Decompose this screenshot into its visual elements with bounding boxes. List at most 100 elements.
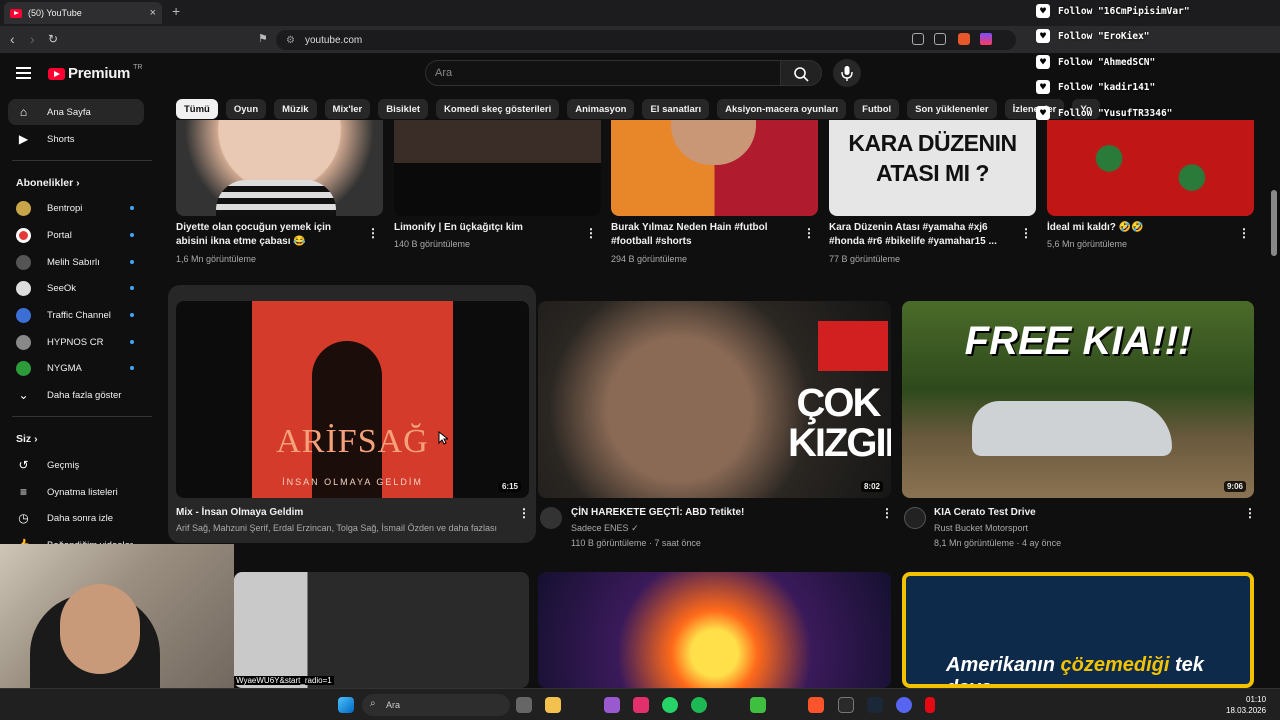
video-title[interactable]: Diyette olan çocuğun yemek için abisini … (176, 221, 356, 249)
chip[interactable]: Mix'ler (324, 99, 371, 119)
chip[interactable]: Müzik (274, 99, 317, 119)
more-options-icon[interactable]: ⋮ (1244, 506, 1256, 520)
brave-icon[interactable] (808, 697, 824, 713)
voice-search-button[interactable] (833, 59, 861, 87)
video-thumbnail[interactable]: WyaeWU6Y&start_radio=1 (234, 572, 529, 688)
filter-chip-bar: Tümü Oyun Müzik Mix'ler Bisiklet Komedi … (176, 99, 1100, 119)
channel-avatar[interactable] (904, 507, 926, 529)
sidebar-item-watch-later[interactable]: ◷ Daha sonra izle (8, 505, 144, 531)
sidebar-item-playlists[interactable]: ≡ Oynatma listeleri (8, 479, 144, 505)
thumb-text: ÇOK KIZGIN (788, 381, 891, 465)
site-info-icon[interactable]: ⚙ (286, 35, 295, 46)
sidebar-item-history[interactable]: ↺ Geçmiş (8, 452, 144, 478)
url-field[interactable]: ⚙ youtube.com (276, 30, 1016, 50)
sidebar-sub[interactable]: SeeOk (8, 275, 144, 301)
more-options-icon[interactable]: ⋮ (881, 506, 893, 520)
subscriptions-header[interactable]: Abonelikler › (16, 177, 80, 189)
whatsapp-icon[interactable] (662, 697, 678, 713)
app-icon[interactable] (750, 697, 766, 713)
video-channel[interactable]: Arif Sağ, Mahzuni Şerif, Erdal Erzincan,… (176, 521, 506, 535)
video-title[interactable]: ÇİN HAREKETE GEÇTİ: ABD Tetikte! (571, 506, 871, 520)
back-icon[interactable]: ‹ (10, 31, 15, 47)
video-thumbnail[interactable] (611, 120, 818, 216)
chip-all[interactable]: Tümü (176, 99, 218, 119)
video-thumbnail[interactable] (176, 120, 383, 216)
task-view-icon[interactable] (516, 697, 532, 713)
clock-date: 18.03.2026 (1226, 706, 1267, 715)
chip[interactable]: Oyun (225, 99, 267, 119)
video-thumbnail[interactable]: Amerikanın çözemediği tek dava (902, 572, 1254, 688)
new-tab-button[interactable]: + (172, 3, 180, 19)
taskbar-search[interactable]: ⌕ Ara (362, 694, 510, 716)
rewards-icon[interactable] (980, 33, 992, 45)
more-options-icon[interactable]: ⋮ (1238, 226, 1250, 240)
video-thumbnail[interactable]: KARA DÜZENIN ATASI MI ? (829, 120, 1036, 216)
chip[interactable]: Aksiyon-macera oyunları (717, 99, 847, 119)
divider (12, 416, 152, 417)
reload-icon[interactable]: ↻ (48, 32, 58, 46)
show-more-button[interactable]: ⌄ Daha fazla göster (8, 382, 144, 408)
scrollbar-thumb[interactable] (1271, 190, 1277, 256)
discord-icon[interactable] (896, 697, 912, 713)
video-channel[interactable]: Rust Bucket Motorsport (934, 521, 1028, 535)
browser-tab[interactable]: (50) YouTube × (4, 2, 162, 24)
video-thumbnail[interactable]: ÇOK KIZGIN 8:02 (538, 301, 891, 498)
sidebar-item-home[interactable]: ⌂ Ana Sayfa (8, 99, 144, 125)
spotify-icon[interactable] (691, 697, 707, 713)
sidebar-sub[interactable]: Bentropi (8, 195, 144, 221)
video-thumbnail[interactable]: ARİFSAĞ İNSAN OLMAYA GELDİM 6:15 (176, 301, 529, 498)
more-options-icon[interactable]: ⋮ (803, 226, 815, 240)
sidebar-sub[interactable]: Portal (8, 222, 144, 248)
thumb-car (972, 401, 1172, 456)
chip[interactable]: Animasyon (567, 99, 635, 119)
video-title[interactable]: İdeal mi kaldı? 🤣🤣 (1047, 221, 1227, 235)
tab-close-icon[interactable]: × (150, 7, 156, 19)
video-title[interactable]: Kara Düzenin Atası #yamaha #xj6 #honda #… (829, 221, 1009, 249)
sidebar-item-shorts[interactable]: ▶ Shorts (8, 126, 144, 152)
epic-games-icon[interactable] (838, 697, 854, 713)
windows-start-icon[interactable] (338, 697, 354, 713)
file-explorer-icon[interactable] (545, 697, 561, 713)
sidebar-sub[interactable]: Traffic Channel (8, 302, 144, 328)
sidebar-sub[interactable]: HYPNOS CR (8, 329, 144, 355)
taskbar-clock[interactable]: 01:10 18.03.2026 (1226, 694, 1266, 716)
video-title[interactable]: Mix - İnsan Olmaya Geldim (176, 506, 506, 520)
menu-icon[interactable] (16, 67, 31, 79)
video-channel[interactable]: Sadece ENES ✓ (571, 521, 639, 535)
forward-icon[interactable]: › (30, 31, 35, 47)
more-options-icon[interactable]: ⋮ (1020, 226, 1032, 240)
search-button[interactable] (781, 60, 822, 86)
chip[interactable]: Bisiklet (378, 99, 429, 119)
chip[interactable]: El sanatları (642, 99, 710, 119)
share-icon[interactable] (934, 33, 946, 45)
cast-icon[interactable] (912, 33, 924, 45)
sidebar-item-label: Geçmiş (47, 459, 80, 471)
channel-avatar[interactable] (540, 507, 562, 529)
video-thumbnail[interactable] (538, 572, 891, 688)
youtube-logo[interactable]: Premium TR (48, 64, 142, 82)
brave-shield-icon[interactable] (958, 33, 970, 45)
thumb-face (671, 120, 756, 165)
netflix-icon[interactable] (925, 697, 935, 713)
instagram-icon[interactable] (633, 697, 649, 713)
video-title[interactable]: Limonify | En üçkağıtçı kim (394, 221, 574, 235)
video-thumbnail[interactable] (1047, 120, 1254, 216)
you-header[interactable]: Siz › (16, 433, 38, 445)
bookmark-icon[interactable]: ⚑ (258, 32, 268, 45)
follow-alert: ♥ Follow "EroKiex" (1036, 25, 1280, 47)
steam-icon[interactable] (867, 697, 883, 713)
chip[interactable]: Son yüklenenler (907, 99, 997, 119)
more-options-icon[interactable]: ⋮ (518, 506, 530, 520)
sidebar-sub[interactable]: Melih Sabırlı (8, 249, 144, 275)
sidebar-sub[interactable]: NYGMA (8, 355, 144, 381)
chip[interactable]: Futbol (854, 99, 900, 119)
video-title[interactable]: KIA Cerato Test Drive (934, 506, 1234, 520)
more-options-icon[interactable]: ⋮ (367, 226, 379, 240)
video-thumbnail[interactable]: FREE KIA!!! 9:06 (902, 301, 1254, 498)
copilot-icon[interactable] (604, 697, 620, 713)
chip[interactable]: Komedi skeç gösterileri (436, 99, 560, 119)
search-input[interactable]: Ara (425, 60, 781, 86)
video-title[interactable]: Burak Yılmaz Neden Hain #futbol #footbal… (611, 221, 791, 249)
more-options-icon[interactable]: ⋮ (585, 226, 597, 240)
video-thumbnail[interactable] (394, 120, 601, 216)
